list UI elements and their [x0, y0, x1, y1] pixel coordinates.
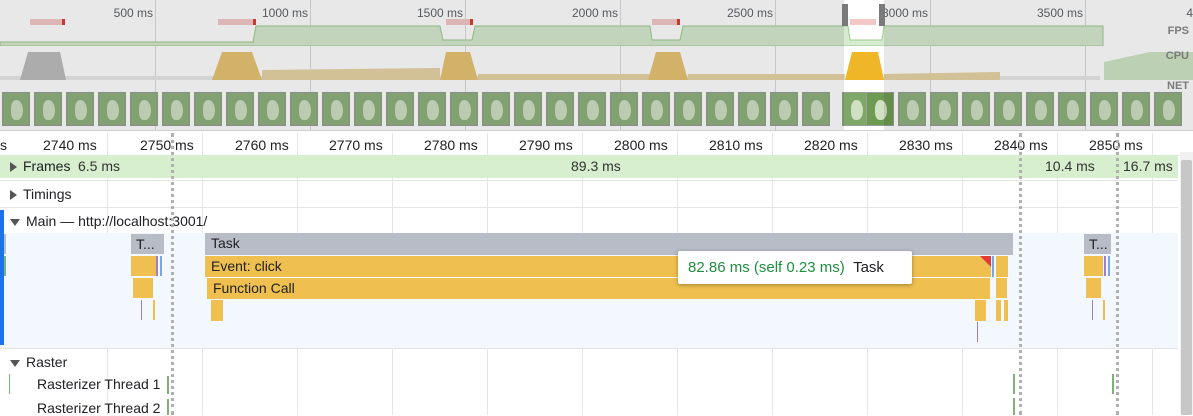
frame-duration[interactable]: 89.3 ms — [571, 158, 621, 174]
raster-thread-2[interactable]: Rasterizer Thread 2 — [37, 400, 160, 416]
ruler-tick-label: 2750 ms — [140, 137, 194, 153]
selection-handle-left[interactable] — [842, 4, 848, 26]
selection-handle-right[interactable] — [879, 4, 885, 26]
flame-small-entry[interactable] — [160, 256, 162, 276]
warning-corner-icon — [980, 256, 991, 267]
raster-entry[interactable] — [1013, 374, 1015, 394]
main-track-title: Main — http://localhost:3001/ — [26, 213, 208, 229]
ruler-tick-label: 2780 ms — [424, 137, 478, 153]
ruler-tick-label: 2830 ms — [899, 137, 953, 153]
flame-tooltip: 82.86 ms (self 0.23 ms) Task — [678, 251, 912, 284]
frame-duration[interactable]: 6.5 ms — [78, 158, 120, 174]
flame-small-entry[interactable] — [1092, 300, 1093, 320]
flame-small-entry[interactable] — [4, 256, 6, 276]
time-ruler[interactable]: s 2740 ms 2750 ms 2760 ms 2770 ms 2780 m… — [0, 133, 1193, 156]
ruler-tick-label: 2800 ms — [614, 137, 668, 153]
ruler-tick-label: 2760 ms — [235, 137, 289, 153]
timings-track-header[interactable]: Timings — [0, 186, 72, 202]
flame-scripting-entry[interactable] — [1084, 256, 1103, 276]
flame-scripting-entry[interactable] — [996, 278, 1007, 298]
flame-scripting-entry[interactable] — [996, 300, 1001, 321]
flame-scripting-entry[interactable] — [1004, 300, 1008, 321]
frames-track-title: Frames — [23, 158, 71, 174]
ruler-tick-label: 2820 ms — [804, 137, 858, 153]
flame-small-entry[interactable] — [141, 300, 142, 320]
flame-small-entry[interactable] — [153, 300, 155, 320]
flame-scripting-entry[interactable] — [211, 300, 223, 321]
flame-small-entry[interactable] — [156, 256, 158, 276]
tooltip-name: Task — [853, 259, 884, 276]
flame-scripting-entry[interactable] — [131, 256, 156, 276]
frame-boundary-line — [1019, 133, 1022, 415]
frames-track-header[interactable]: Frames — [0, 158, 70, 174]
ruler-tick-label: 2790 ms — [519, 137, 573, 153]
flame-small-entry[interactable] — [1104, 256, 1106, 276]
raster-entry[interactable] — [1112, 374, 1114, 394]
ruler-tick-label: s — [0, 137, 7, 153]
expand-arrow-icon[interactable] — [10, 162, 17, 173]
timings-track-title: Timings — [23, 186, 72, 202]
raster-entry[interactable] — [9, 374, 10, 394]
raster-track-title: Raster — [26, 354, 68, 370]
flame-small-entry[interactable] — [1103, 300, 1105, 320]
track-divider — [0, 348, 1178, 349]
collapse-arrow-icon[interactable] — [10, 359, 20, 367]
collapse-arrow-icon[interactable] — [10, 218, 20, 226]
flame-small-entry[interactable] — [977, 322, 978, 342]
main-track-header[interactable]: Main — http://localhost:3001/ — [0, 213, 207, 229]
selected-track-indicator — [0, 210, 4, 345]
flame-scripting-entry[interactable] — [133, 278, 153, 298]
frame-boundary-line — [171, 133, 174, 415]
flame-task-short[interactable]: T... — [131, 234, 164, 254]
ruler-tick-label: 2740 ms — [43, 137, 97, 153]
flame-small-entry[interactable] — [4, 234, 6, 254]
raster-track-header[interactable]: Raster — [0, 354, 67, 370]
track-divider — [0, 180, 1178, 181]
raster-entry[interactable] — [167, 376, 169, 394]
flame-scripting-entry[interactable] — [996, 256, 1008, 277]
overview-unselected-right — [884, 0, 1193, 130]
ruler-tick-label: 2770 ms — [329, 137, 383, 153]
flame-scripting-entry[interactable] — [975, 300, 986, 321]
raster-entry[interactable] — [1013, 398, 1015, 415]
track-divider — [0, 207, 1178, 208]
raster-thread-1[interactable]: Rasterizer Thread 1 — [37, 376, 160, 392]
timeline-overview[interactable]: 500 ms 1000 ms 1500 ms 2000 ms 2500 ms 3… — [0, 0, 1193, 131]
tooltip-duration: 82.86 ms (self 0.23 ms) — [688, 259, 845, 276]
expand-arrow-icon[interactable] — [10, 190, 17, 201]
frame-boundary-line — [1116, 133, 1119, 415]
ruler-tick-label: 2810 ms — [709, 137, 763, 153]
frame-duration[interactable]: 10.4 ms — [1045, 158, 1095, 174]
raster-entry[interactable] — [167, 399, 169, 415]
flame-scripting-entry[interactable] — [1086, 278, 1101, 298]
flame-task-short[interactable]: T... — [1084, 234, 1111, 254]
overview-unselected-left — [0, 0, 844, 130]
vertical-scrollbar-thumb[interactable] — [1181, 160, 1192, 415]
frame-duration[interactable]: 16.7 ms — [1123, 158, 1173, 174]
flame-small-entry[interactable] — [992, 256, 994, 277]
flame-small-entry[interactable] — [1108, 256, 1110, 276]
